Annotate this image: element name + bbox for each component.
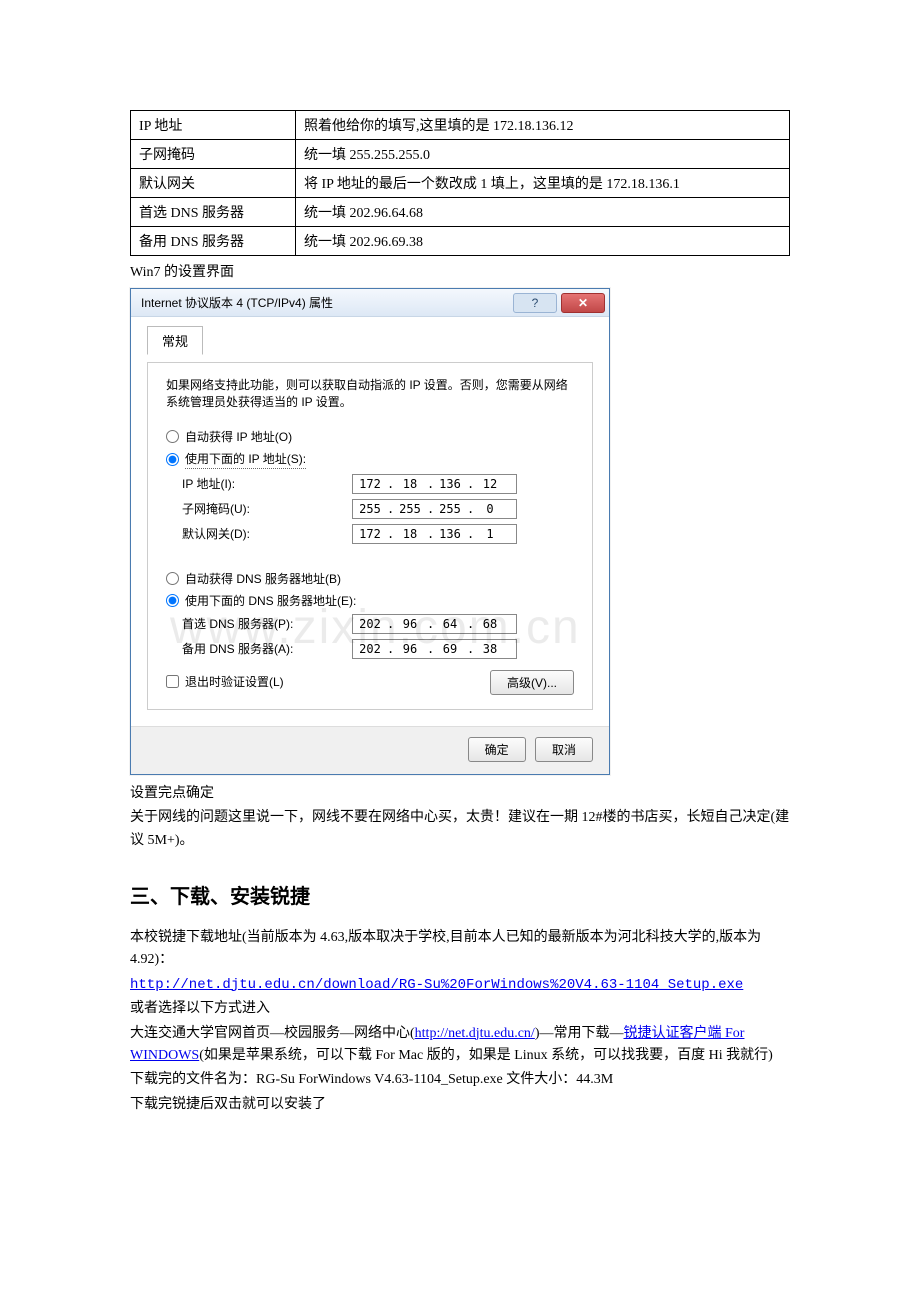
radio-manual-dns-input[interactable] xyxy=(166,594,179,607)
panel-description: 如果网络支持此功能，则可以获取自动指派的 IP 设置。否则，您需要从网络系统管理… xyxy=(166,377,574,409)
ip-input[interactable]: 172. 18. 136. 12 xyxy=(352,474,517,494)
titlebar: Internet 协议版本 4 (TCP/IPv4) 属性 ? ✕ xyxy=(131,289,609,317)
mask-input[interactable]: 255. 255. 255. 0 xyxy=(352,499,517,519)
checkbox-validate-input[interactable] xyxy=(166,675,179,688)
ip-octet[interactable]: 68 xyxy=(473,617,507,631)
after-dialog-line2: 关于网线的问题这里说一下，网线不要在网络中心买，太贵！建议在一期 12#楼的书店… xyxy=(130,807,790,852)
ip-octet[interactable]: 172 xyxy=(353,477,387,491)
ip-octet[interactable]: 255 xyxy=(353,502,387,516)
cell-key: IP 地址 xyxy=(131,111,296,140)
cell-key: 默认网关 xyxy=(131,169,296,198)
text: 大连交通大学官网首页—校园服务—网络中心( xyxy=(130,1026,415,1041)
netcenter-link[interactable]: http://net.djtu.edu.cn/ xyxy=(415,1026,535,1041)
section3-p3: 大连交通大学官网首页—校园服务—网络中心(http://net.djtu.edu… xyxy=(130,1023,790,1068)
ip-config-table: IP 地址照着他给你的填写,这里填的是 172.18.136.12 子网掩码统一… xyxy=(130,110,790,256)
radio-auto-dns[interactable]: 自动获得 DNS 服务器地址(B) xyxy=(166,570,574,587)
section3-heading: 三、下载、安装锐捷 xyxy=(130,880,790,909)
table-row: 默认网关将 IP 地址的最后一个数改成 1 填上，这里填的是 172.18.13… xyxy=(131,169,790,198)
ok-button[interactable]: 确定 xyxy=(468,737,526,762)
cell-key: 首选 DNS 服务器 xyxy=(131,198,296,227)
ip-octet[interactable]: 69 xyxy=(433,642,467,656)
table-row: 备用 DNS 服务器统一填 202.96.69.38 xyxy=(131,227,790,256)
help-button[interactable]: ? xyxy=(513,293,557,313)
cancel-button[interactable]: 取消 xyxy=(535,737,593,762)
cell-key: 备用 DNS 服务器 xyxy=(131,227,296,256)
cell-key: 子网掩码 xyxy=(131,140,296,169)
radio-auto-dns-input[interactable] xyxy=(166,572,179,585)
section3-p5: 下载完锐捷后双击就可以安装了 xyxy=(130,1094,790,1116)
ip-octet[interactable]: 38 xyxy=(473,642,507,656)
ip-octet[interactable]: 0 xyxy=(473,502,507,516)
ip-octet[interactable]: 1 xyxy=(473,527,507,541)
dns2-input[interactable]: 202. 96. 69. 38 xyxy=(352,639,517,659)
dns2-label: 备用 DNS 服务器(A): xyxy=(182,640,352,657)
after-dialog-line1: 设置完点确定 xyxy=(130,783,790,805)
ip-label: IP 地址(I): xyxy=(182,475,352,492)
mask-label: 子网掩码(U): xyxy=(182,500,352,517)
close-button[interactable]: ✕ xyxy=(561,293,605,313)
field-gateway: 默认网关(D): 172. 18. 136. 1 xyxy=(182,524,574,544)
cell-val: 统一填 202.96.69.38 xyxy=(296,227,790,256)
gateway-label: 默认网关(D): xyxy=(182,525,352,542)
ip-octet[interactable]: 136 xyxy=(433,527,467,541)
radio-auto-dns-label: 自动获得 DNS 服务器地址(B) xyxy=(185,570,341,587)
ip-octet[interactable]: 202 xyxy=(353,617,387,631)
tcpip-properties-dialog: Internet 协议版本 4 (TCP/IPv4) 属性 ? ✕ 常规 如果网… xyxy=(130,288,610,774)
radio-auto-ip-label: 自动获得 IP 地址(O) xyxy=(185,428,292,445)
advanced-button[interactable]: 高级(V)... xyxy=(490,670,574,695)
radio-manual-ip-label: 使用下面的 IP 地址(S): xyxy=(185,450,306,469)
cell-val: 照着他给你的填写,这里填的是 172.18.136.12 xyxy=(296,111,790,140)
checkbox-validate-label: 退出时验证设置(L) xyxy=(185,673,284,690)
dns1-label: 首选 DNS 服务器(P): xyxy=(182,615,352,632)
general-panel: 如果网络支持此功能，则可以获取自动指派的 IP 设置。否则，您需要从网络系统管理… xyxy=(147,362,593,709)
field-dns2: 备用 DNS 服务器(A): 202. 96. 69. 38 xyxy=(182,639,574,659)
dialog-title: Internet 协议版本 4 (TCP/IPv4) 属性 xyxy=(141,294,513,311)
table-row: 子网掩码统一填 255.255.255.0 xyxy=(131,140,790,169)
ip-octet[interactable]: 136 xyxy=(433,477,467,491)
tab-strip: 常规 xyxy=(147,325,593,354)
cell-val: 统一填 255.255.255.0 xyxy=(296,140,790,169)
cell-val: 将 IP 地址的最后一个数改成 1 填上，这里填的是 172.18.136.1 xyxy=(296,169,790,198)
field-ip: IP 地址(I): 172. 18. 136. 12 xyxy=(182,474,574,494)
ip-octet[interactable]: 96 xyxy=(393,617,427,631)
caption-win7: Win7 的设置界面 xyxy=(130,262,790,284)
radio-auto-ip-input[interactable] xyxy=(166,430,179,443)
tab-general[interactable]: 常规 xyxy=(147,326,203,355)
gateway-input[interactable]: 172. 18. 136. 1 xyxy=(352,524,517,544)
radio-manual-ip[interactable]: 使用下面的 IP 地址(S): xyxy=(166,450,574,469)
table-row: 首选 DNS 服务器统一填 202.96.64.68 xyxy=(131,198,790,227)
ip-octet[interactable]: 64 xyxy=(433,617,467,631)
ip-octet[interactable]: 255 xyxy=(393,502,427,516)
dialog-button-row: 确定 取消 xyxy=(131,726,609,774)
field-dns1: 首选 DNS 服务器(P): 202. 96. 64. 68 xyxy=(182,614,574,634)
dns1-input[interactable]: 202. 96. 64. 68 xyxy=(352,614,517,634)
section3-p1: 本校锐捷下载地址(当前版本为 4.63,版本取决于学校,目前本人已知的最新版本为… xyxy=(130,927,790,972)
ip-octet[interactable]: 172 xyxy=(353,527,387,541)
radio-manual-ip-input[interactable] xyxy=(166,453,179,466)
ip-octet[interactable]: 12 xyxy=(473,477,507,491)
radio-auto-ip[interactable]: 自动获得 IP 地址(O) xyxy=(166,428,574,445)
text: (如果是苹果系统，可以下载 For Mac 版的，如果是 Linux 系统，可以… xyxy=(199,1048,773,1063)
radio-manual-dns[interactable]: 使用下面的 DNS 服务器地址(E): xyxy=(166,592,574,609)
field-mask: 子网掩码(U): 255. 255. 255. 0 xyxy=(182,499,574,519)
ip-octet[interactable]: 18 xyxy=(393,477,427,491)
radio-manual-dns-label: 使用下面的 DNS 服务器地址(E): xyxy=(185,592,356,609)
cell-val: 统一填 202.96.64.68 xyxy=(296,198,790,227)
table-row: IP 地址照着他给你的填写,这里填的是 172.18.136.12 xyxy=(131,111,790,140)
ip-octet[interactable]: 96 xyxy=(393,642,427,656)
ip-octet[interactable]: 18 xyxy=(393,527,427,541)
section3-p2: 或者选择以下方式进入 xyxy=(130,998,790,1020)
download-link[interactable]: http://net.djtu.edu.cn/download/RG-Su%20… xyxy=(130,977,743,993)
text: )—常用下载— xyxy=(535,1026,624,1041)
ip-octet[interactable]: 202 xyxy=(353,642,387,656)
ip-octet[interactable]: 255 xyxy=(433,502,467,516)
section3-p4: 下载完的文件名为：RG-Su ForWindows V4.63-1104_Set… xyxy=(130,1069,790,1091)
